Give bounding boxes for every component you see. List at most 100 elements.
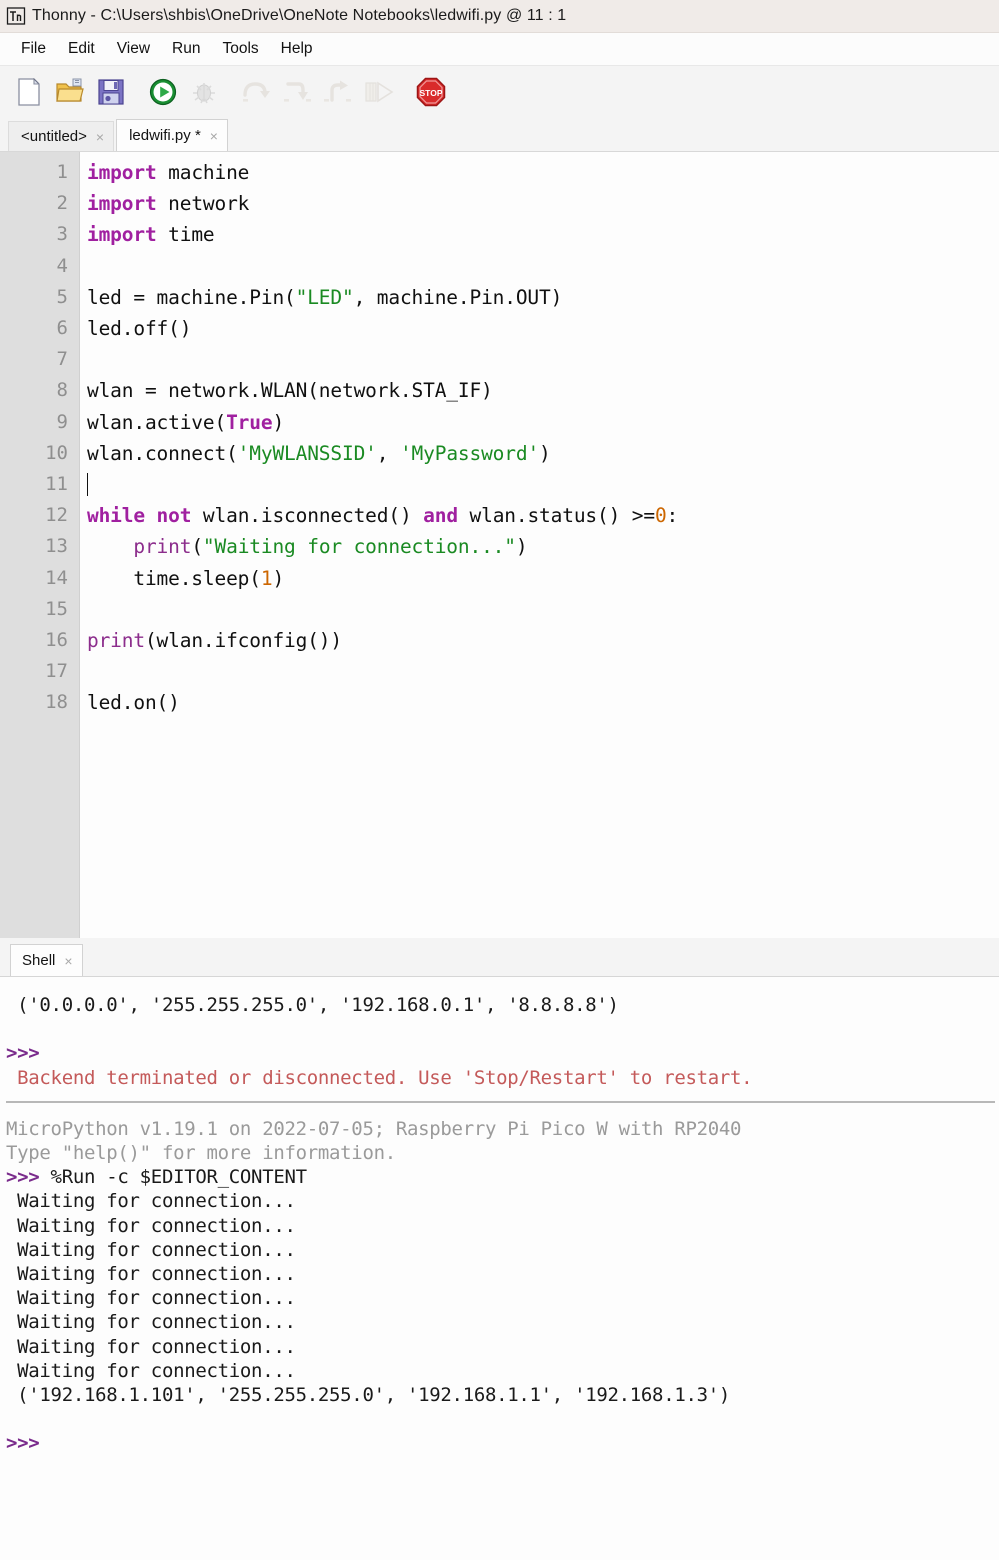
line-number: 6 <box>56 317 68 340</box>
menu-tools[interactable]: Tools <box>211 37 269 61</box>
toolbar: STOP <box>0 66 999 118</box>
code-token: machine <box>156 161 250 184</box>
menu-view[interactable]: View <box>106 37 161 61</box>
code-token: wlan = network.WLAN(network.STA_IF) <box>87 379 493 403</box>
code-token: True <box>226 410 273 434</box>
code-token: ( <box>191 535 203 559</box>
menu-run[interactable]: Run <box>161 37 211 61</box>
code-token: time.sleep( <box>87 566 261 590</box>
line-number: 18 <box>45 691 68 714</box>
code-line: led.on() <box>87 687 999 718</box>
shell-tab-bar: Shell × <box>0 938 999 976</box>
code-token: (wlan.ifconfig()) <box>144 629 342 653</box>
line-number: 3 <box>56 223 68 246</box>
thonny-logo-icon <box>5 5 27 27</box>
line-number: 2 <box>56 192 68 215</box>
code-line: led.off() <box>87 313 999 344</box>
line-number: 1 <box>56 161 68 183</box>
code-line: print(wlan.ifconfig()) <box>87 625 999 656</box>
line-number: 14 <box>45 566 68 589</box>
tab-label: ledwifi.py * <box>129 127 201 144</box>
code-token: network <box>156 192 250 216</box>
code-token: wlan.status() >= <box>457 504 656 528</box>
shell-output-line: Waiting for connection... <box>6 1287 296 1310</box>
code-line: import network <box>87 188 999 219</box>
code-token: , machine.Pin.OUT) <box>353 285 563 309</box>
code-token: not <box>156 504 192 528</box>
run-icon[interactable] <box>146 75 180 109</box>
line-number: 12 <box>45 504 68 527</box>
shell-prompt: >>> <box>6 1041 999 1065</box>
stop-icon[interactable]: STOP <box>414 75 448 109</box>
code-line: print("Waiting for connection...") <box>87 531 999 562</box>
tab-label: <untitled> <box>21 128 87 145</box>
close-icon[interactable]: × <box>64 954 72 968</box>
code-token: led.off() <box>87 317 192 341</box>
code-editor[interactable]: 1 2 3 4 5 6 7 8 9 10 11 12 13 14 15 16 17 18 import machi… <box>0 151 999 938</box>
shell-tab-label: Shell <box>22 952 56 969</box>
code-token: time <box>156 223 215 247</box>
code-line <box>87 469 999 500</box>
line-number: 15 <box>45 597 68 620</box>
menu-help[interactable]: Help <box>270 37 324 61</box>
shell-output-line: Waiting for connection... <box>6 1238 296 1261</box>
editor-tab-untitled[interactable]: <untitled> × <box>8 121 115 151</box>
code-token: "LED" <box>295 285 354 309</box>
code-area[interactable]: import machine import network import time … <box>80 152 999 938</box>
shell-error-line: Backend terminated or disconnected. Use … <box>6 1066 753 1089</box>
menu-bar: File Edit View Run Tools Help <box>0 33 999 66</box>
code-token: 1 <box>260 566 273 590</box>
menu-file[interactable]: File <box>10 37 57 61</box>
code-line: while not wlan.isconnected() and wlan.st… <box>87 500 999 531</box>
code-line: wlan.connect('MyWLANSSID', 'MyPassword') <box>87 438 999 469</box>
step-out-icon <box>321 75 355 109</box>
shell-tab[interactable]: Shell × <box>10 944 83 976</box>
editor-tab-bar: <untitled> × ledwifi.py * × <box>0 118 999 151</box>
prompt-marker: >>> <box>6 1432 40 1455</box>
line-number: 17 <box>45 660 68 683</box>
shell-output-line: ('0.0.0.0', '255.255.255.0', '192.168.0.… <box>6 994 619 1016</box>
title-bar: Thonny - C:\Users\shbis\OneDrive\OneNote… <box>0 0 999 33</box>
shell-banner-line: MicroPython v1.19.1 on 2022-07-05; Raspb… <box>6 1117 742 1140</box>
menu-edit[interactable]: Edit <box>57 37 106 61</box>
shell-blank-line <box>6 1017 999 1041</box>
code-token: import <box>87 192 157 216</box>
window-title: Thonny - C:\Users\shbis\OneDrive\OneNote… <box>32 7 567 24</box>
shell-output-line: ('192.168.1.101', '255.255.255.0', '192.… <box>6 1384 731 1407</box>
code-token: ) <box>539 441 551 465</box>
command-text: %Run -c $EDITOR_CONTENT <box>39 1166 308 1189</box>
code-token: , <box>376 441 400 465</box>
close-icon[interactable]: × <box>96 130 104 144</box>
code-token: : <box>666 504 679 528</box>
step-over-icon <box>239 75 273 109</box>
code-token: led = machine.Pin( <box>87 285 296 309</box>
code-line: wlan = network.WLAN(network.STA_IF) <box>87 375 999 406</box>
line-number: 13 <box>45 535 68 558</box>
close-icon[interactable]: × <box>210 129 218 143</box>
shell-panel: Shell × ('0.0.0.0', '255.255.255.0', '19… <box>0 938 999 1560</box>
code-token: wlan.connect( <box>87 441 238 465</box>
shell-output-line: Waiting for connection... <box>6 1311 296 1334</box>
open-file-icon[interactable] <box>53 75 87 109</box>
line-number: 4 <box>56 254 68 277</box>
code-line: wlan.active(True) <box>87 407 999 438</box>
prompt-marker: >>> <box>6 1166 40 1189</box>
shell-output-line: Waiting for connection... <box>6 1359 296 1382</box>
shell-command: >>> %Run -c $EDITOR_CONTENT <box>6 1165 999 1189</box>
svg-text:STOP: STOP <box>420 88 443 98</box>
code-line: import machine <box>87 157 999 188</box>
code-token: "Waiting for connection..." <box>202 535 516 559</box>
line-number: 5 <box>56 285 68 308</box>
code-token: import <box>87 161 157 184</box>
shell-output[interactable]: ('0.0.0.0', '255.255.255.0', '192.168.0.… <box>0 976 999 1560</box>
editor-tab-ledwifi[interactable]: ledwifi.py * × <box>116 119 228 151</box>
save-file-icon[interactable] <box>94 75 128 109</box>
line-number: 11 <box>45 473 68 496</box>
debug-icon <box>187 75 221 109</box>
code-token: 'MyPassword' <box>399 441 540 465</box>
code-line: led = machine.Pin("LED", machine.Pin.OUT… <box>87 282 999 313</box>
new-file-icon[interactable] <box>12 75 46 109</box>
